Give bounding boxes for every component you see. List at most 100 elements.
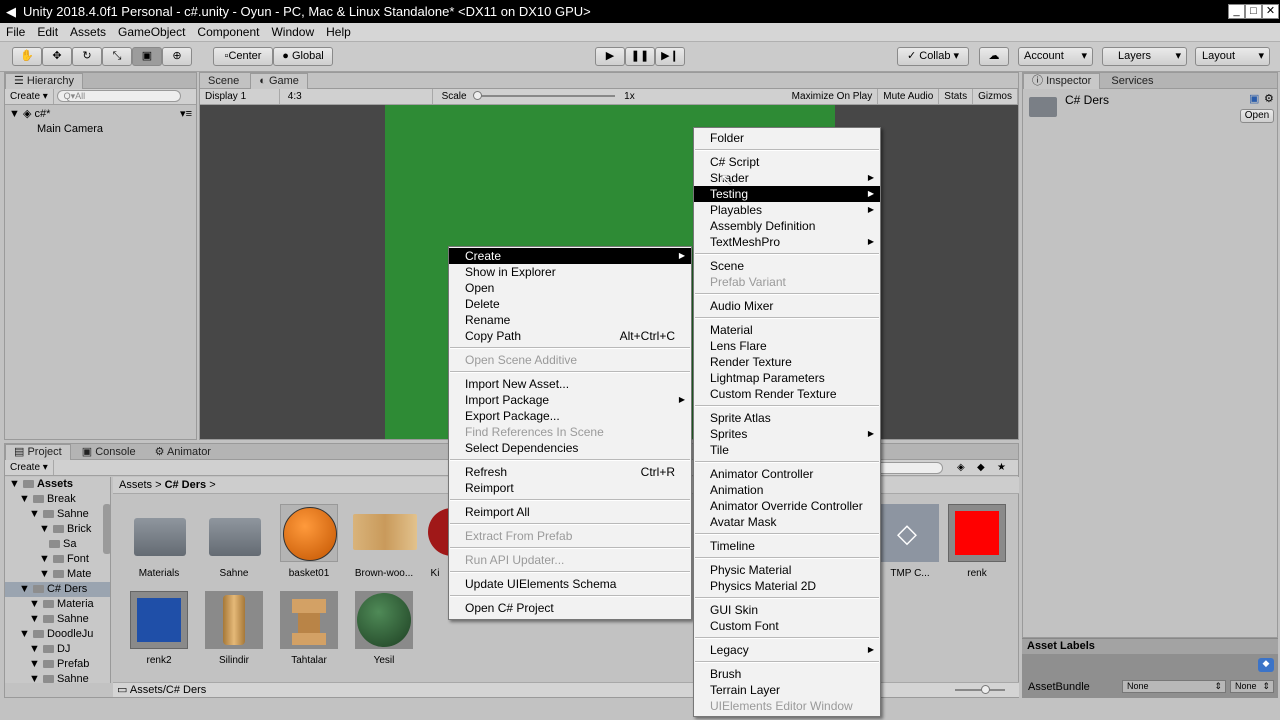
project-tree-item[interactable]: ▼ C# Ders: [5, 582, 110, 597]
project-tree-item[interactable]: ▼ DJ: [5, 642, 110, 657]
asset-materials[interactable]: Materials: [120, 504, 198, 579]
menu-item-textmeshpro[interactable]: TextMeshPro ▶: [694, 234, 880, 250]
favorite-star-icon[interactable]: ★: [997, 460, 1006, 475]
project-tree-item[interactable]: ▼ Brick: [5, 522, 110, 537]
menu-item-animator-override-controller[interactable]: Animator Override Controller: [694, 498, 880, 514]
scene-row[interactable]: ▼ ◈ c#* ▾≡: [9, 107, 192, 122]
menu-item-import-new-asset[interactable]: Import New Asset...: [449, 376, 691, 392]
play-button[interactable]: ▶: [595, 47, 625, 66]
menu-item-reimport-all[interactable]: Reimport All: [449, 504, 691, 520]
filter-label-icon[interactable]: ◆: [977, 460, 985, 475]
minimize-button[interactable]: _: [1228, 4, 1245, 19]
hand-tool-icon[interactable]: ✋: [12, 47, 42, 66]
menu-item-terrain-layer[interactable]: Terrain Layer: [694, 682, 880, 698]
project-tree-item[interactable]: ▼ Break: [5, 492, 110, 507]
project-create-button[interactable]: Create ▾: [5, 460, 54, 475]
menu-item-folder[interactable]: Folder: [694, 130, 880, 146]
project-tree-item[interactable]: Sa: [5, 537, 110, 552]
project-tree-item[interactable]: ▼ Materia: [5, 597, 110, 612]
expand-arrow-icon[interactable]: ▼: [29, 658, 43, 670]
asset-silindir[interactable]: Silindir: [195, 591, 273, 666]
step-button[interactable]: ▶❙: [655, 47, 685, 66]
gizmos-dropdown[interactable]: Gizmos: [973, 89, 1018, 104]
maximize-button[interactable]: □: [1245, 4, 1262, 19]
stats-toggle[interactable]: Stats: [939, 89, 974, 104]
asset-brown-wood[interactable]: Brown-woo...: [345, 504, 423, 579]
project-tree-item[interactable]: ▼ Font: [5, 552, 110, 567]
menu-item-import-package[interactable]: Import Package ▶: [449, 392, 691, 408]
menu-item-scene[interactable]: Scene: [694, 258, 880, 274]
project-tree-item[interactable]: ▼ Sahne: [5, 507, 110, 522]
scale-tool-icon[interactable]: ⤡: [102, 47, 132, 66]
maximize-on-play-toggle[interactable]: Maximize On Play: [787, 89, 879, 104]
menu-item-animator-controller[interactable]: Animator Controller: [694, 466, 880, 482]
tab-scene[interactable]: Scene: [200, 74, 247, 90]
project-tree-item[interactable]: ▼ Assets: [5, 477, 110, 492]
expand-arrow-icon[interactable]: ▼: [39, 553, 53, 565]
tab-console[interactable]: ▣ Console: [74, 445, 144, 461]
project-tree-item[interactable]: ▼ Mate: [5, 567, 110, 582]
tab-inspector[interactable]: ⓘ Inspector: [1023, 73, 1101, 89]
expand-arrow-icon[interactable]: ▼: [29, 508, 43, 520]
expand-arrow-icon[interactable]: ▼: [39, 523, 53, 535]
asset-yesil[interactable]: Yesil: [345, 591, 423, 666]
project-tree-item[interactable]: ▼ Sahne: [5, 612, 110, 627]
open-button[interactable]: Open: [1240, 109, 1274, 123]
pivot-global-button[interactable]: ● Global: [273, 47, 333, 66]
asset-basket01[interactable]: basket01: [270, 504, 348, 579]
menu-file[interactable]: File: [0, 23, 31, 41]
gear-icon[interactable]: ⚙: [1264, 92, 1274, 105]
menu-item-open-c-project[interactable]: Open C# Project: [449, 600, 691, 616]
tree-scrollbar[interactable]: [103, 504, 111, 554]
menu-item-open[interactable]: Open: [449, 280, 691, 296]
breadcrumb-current[interactable]: C# Ders: [165, 479, 207, 491]
rect-tool-icon[interactable]: ▣: [132, 47, 162, 66]
pause-button[interactable]: ❚❚: [625, 47, 655, 66]
project-tree-item[interactable]: ▼ DoodleJu: [5, 627, 110, 642]
breadcrumb-assets[interactable]: Assets: [119, 479, 152, 491]
filter-type-icon[interactable]: ◈: [957, 460, 965, 475]
menu-component[interactable]: Component: [191, 23, 265, 41]
menu-item-show-in-explorer[interactable]: Show in Explorer: [449, 264, 691, 280]
menu-item-create[interactable]: Create ▶: [449, 248, 691, 264]
menu-item-gui-skin[interactable]: GUI Skin: [694, 602, 880, 618]
expand-arrow-icon[interactable]: ▼: [29, 598, 43, 610]
menu-item-render-texture[interactable]: Render Texture: [694, 354, 880, 370]
menu-gameobject[interactable]: GameObject: [112, 23, 191, 41]
hierarchy-search-input[interactable]: Q▾All: [56, 90, 181, 103]
display-dropdown[interactable]: Display 1: [200, 89, 280, 104]
project-tree-item[interactable]: ▼ Prefab: [5, 657, 110, 672]
collab-button[interactable]: ✓ Collab ▾: [897, 47, 969, 66]
menu-help[interactable]: Help: [320, 23, 357, 41]
rotate-tool-icon[interactable]: ↻: [72, 47, 102, 66]
menu-item-lens-flare[interactable]: Lens Flare: [694, 338, 880, 354]
expand-arrow-icon[interactable]: ▼: [19, 493, 33, 505]
tab-hierarchy[interactable]: ☰ Hierarchy: [5, 73, 83, 89]
menu-item-playables[interactable]: Playables ▶: [694, 202, 880, 218]
menu-item-refresh[interactable]: Refresh Ctrl+R: [449, 464, 691, 480]
assetbundle-dropdown[interactable]: None ⇕: [1122, 680, 1226, 693]
layout-dropdown[interactable]: Layout ▾: [1195, 47, 1270, 66]
expand-arrow-icon[interactable]: ▼: [29, 643, 43, 655]
menu-item-update-uielements-schema[interactable]: Update UIElements Schema: [449, 576, 691, 592]
mute-audio-toggle[interactable]: Mute Audio: [878, 89, 940, 104]
menu-item-legacy[interactable]: Legacy ▶: [694, 642, 880, 658]
expand-arrow-icon[interactable]: ▼: [29, 613, 43, 625]
menu-edit[interactable]: Edit: [31, 23, 64, 41]
tab-animator[interactable]: ⚙ Animator: [147, 445, 219, 461]
thumbnail-size-slider[interactable]: [955, 685, 1005, 694]
tab-project[interactable]: ▤ Project: [5, 444, 71, 460]
account-dropdown[interactable]: Account ▾: [1018, 47, 1093, 66]
menu-item-brush[interactable]: Brush: [694, 666, 880, 682]
close-button[interactable]: ✕: [1262, 4, 1279, 19]
asset-tahtalar[interactable]: Tahtalar: [270, 591, 348, 666]
asset-ki[interactable]: Ki: [418, 504, 452, 579]
menu-item-tile[interactable]: Tile: [694, 442, 880, 458]
layers-dropdown[interactable]: Layers ▾: [1102, 47, 1187, 66]
expand-arrow-icon[interactable]: ▼: [9, 478, 23, 490]
menu-item-rename[interactable]: Rename: [449, 312, 691, 328]
menu-item-custom-font[interactable]: Custom Font: [694, 618, 880, 634]
help-icon[interactable]: ▣: [1249, 92, 1259, 105]
menu-item-select-dependencies[interactable]: Select Dependencies: [449, 440, 691, 456]
menu-item-reimport[interactable]: Reimport: [449, 480, 691, 496]
